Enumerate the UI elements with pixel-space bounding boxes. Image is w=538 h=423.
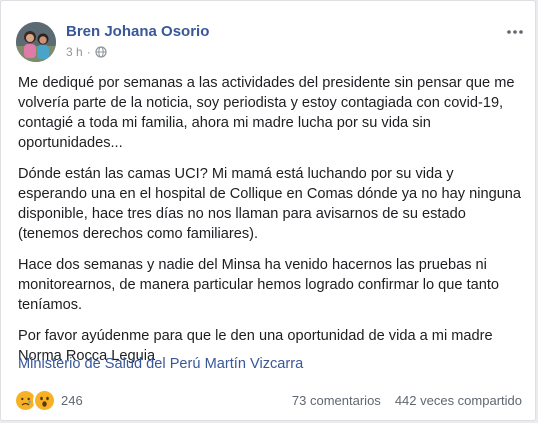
tagged-pages-link[interactable]: Ministerio de Salud del Perú Martín Vizc… (18, 354, 303, 374)
shares-count-link[interactable]: 442 veces compartido (395, 393, 522, 408)
post-footer: 246 73 comentarios 442 veces compartido (14, 387, 522, 413)
post-card: Bren Johana Osorio 3 h · Me dediqué por … (0, 0, 536, 421)
wow-reaction-icon (33, 388, 56, 412)
reactions-summary[interactable]: 246 (14, 388, 83, 412)
engagement-stats: 73 comentarios 442 veces compartido (292, 393, 522, 408)
post-time[interactable]: 3 h (66, 45, 83, 59)
more-options-icon (507, 30, 523, 34)
author-avatar[interactable] (16, 22, 56, 62)
comments-count-link[interactable]: 73 comentarios (292, 393, 381, 408)
post-paragraph: Hace dos semanas y nadie del Minsa ha ve… (18, 257, 500, 313)
author-name[interactable]: Bren Johana Osorio (66, 23, 209, 40)
post-body: Me dediqué por semanas a las actividades… (18, 73, 523, 377)
post-paragraph: Dónde están las camas UCI? Mi mamá está … (18, 166, 522, 242)
reaction-count: 246 (61, 392, 83, 408)
avatar-photo-icon (16, 22, 56, 62)
post-paragraph: Me dediqué por semanas a las actividades… (18, 75, 515, 151)
post-meta: 3 h · (66, 45, 107, 59)
globe-icon[interactable] (95, 46, 107, 58)
ellipsis-icon[interactable] (507, 19, 523, 37)
